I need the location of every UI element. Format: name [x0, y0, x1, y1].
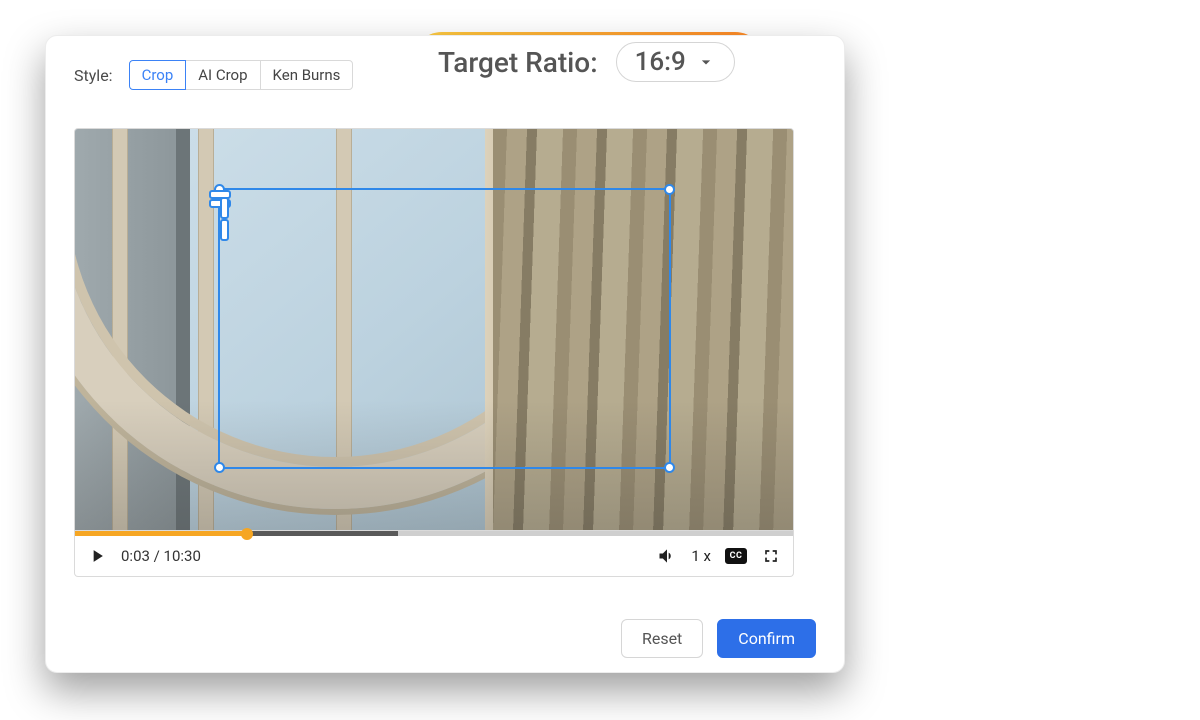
crop-handle-right[interactable] [220, 219, 229, 241]
style-option-crop[interactable]: Crop [129, 60, 187, 90]
seek-buffered [247, 531, 398, 536]
style-segmented-control: Crop AI Crop Ken Burns [129, 60, 354, 90]
style-option-ken-burns[interactable]: Ken Burns [260, 60, 354, 90]
playback-speed[interactable]: 1 x [691, 547, 711, 565]
seek-thumb[interactable] [241, 528, 253, 540]
target-ratio-value: 16:9 [635, 47, 686, 77]
crop-handle-left[interactable] [220, 197, 229, 219]
time-display: 0:03 / 10:30 [121, 547, 201, 565]
seek-track[interactable] [75, 531, 793, 536]
video-player-bar: 0:03 / 10:30 1 x CC [74, 531, 794, 577]
chevron-down-icon [696, 52, 716, 72]
target-ratio-label: Target Ratio: [438, 46, 598, 79]
video-canvas[interactable] [74, 128, 794, 531]
fullscreen-icon[interactable] [761, 546, 781, 566]
crop-rectangle[interactable] [218, 188, 671, 469]
crop-panel: Style: Crop AI Crop Ken Burns [45, 35, 845, 673]
seek-elapsed [75, 531, 247, 536]
target-ratio-dropdown[interactable]: 16:9 [616, 42, 735, 82]
confirm-button[interactable]: Confirm [717, 619, 816, 658]
captions-icon[interactable]: CC [725, 548, 747, 564]
dialog-actions: Reset Confirm [74, 619, 816, 658]
style-label: Style: [74, 66, 113, 85]
crop-handle-top-right[interactable] [664, 184, 675, 195]
volume-icon[interactable] [657, 546, 677, 566]
crop-handle-bottom-left[interactable] [214, 462, 225, 473]
style-option-ai-crop[interactable]: AI Crop [185, 60, 260, 90]
reset-button[interactable]: Reset [621, 619, 703, 658]
play-icon[interactable] [87, 546, 107, 566]
crop-handle-bottom-right[interactable] [664, 462, 675, 473]
target-ratio-pill: Target Ratio: 16:9 [416, 36, 761, 88]
